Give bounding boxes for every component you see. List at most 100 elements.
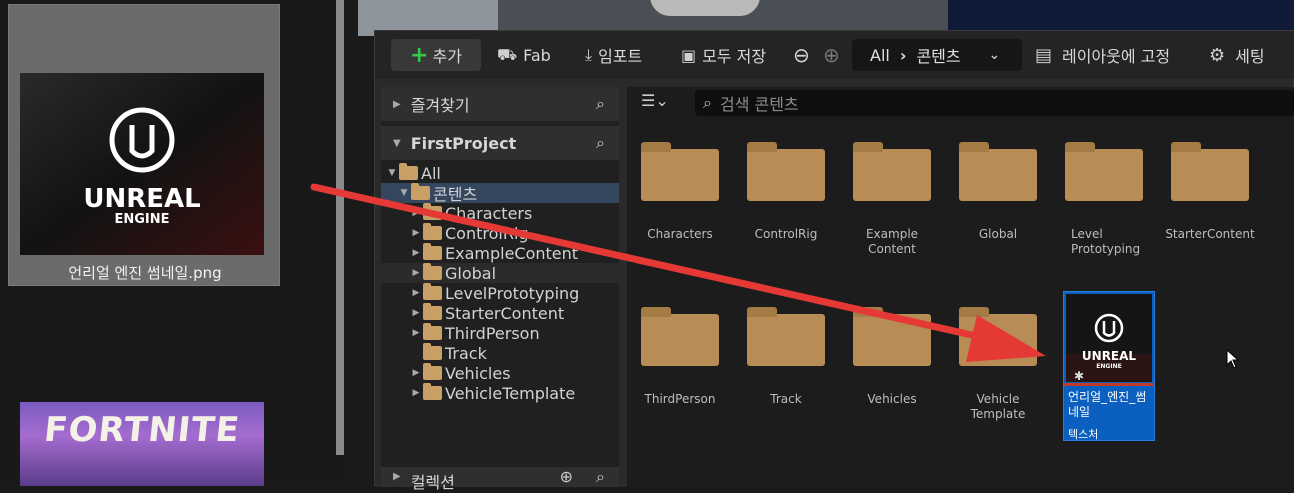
crumb-child[interactable]: 콘텐츠 <box>916 43 968 67</box>
unreal-logo-icon: UNREAL ENGINE ✱ <box>1066 294 1152 382</box>
sources-panel: ▶ 즐겨찾기 ⌕ ▼ FirstProject ⌕ ▼ All ▼ 콘텐츠 ▶ Cha… <box>381 87 619 492</box>
folder-icon <box>423 383 442 400</box>
import-button[interactable]: ⤓ 임포트 <box>585 39 642 71</box>
folder-label: Global <box>978 227 1018 241</box>
settings-button[interactable]: ⚙ 세팅 <box>1209 39 1265 71</box>
desktop-scrollbar[interactable] <box>336 0 344 455</box>
folder-icon <box>853 307 931 366</box>
add-collection-icon[interactable]: ⊕ <box>560 467 573 486</box>
folder-label: Level Prototyping <box>1071 227 1141 256</box>
tree-item-vehicles[interactable]: ▶ Vehicles <box>381 363 619 383</box>
tree-item-startercontent[interactable]: ▶ StarterContent <box>381 303 619 323</box>
folder-label: ControlRig <box>754 227 818 241</box>
tree-label: Vehicles <box>445 363 511 383</box>
svg-text:ENGINE: ENGINE <box>114 212 169 227</box>
back-button[interactable]: ⊖ <box>793 39 810 71</box>
tree-item-examplecontent[interactable]: ▶ ExampleContent <box>381 243 619 263</box>
forward-button[interactable]: ⊕ <box>823 39 840 71</box>
content-browser-toolbar: + 추가 ⛟ Fab ⤓ 임포트 ▣ 모두 저장 ⊖ ⊕ All › 콘텐츠 ⌄… <box>375 31 1294 79</box>
breadcrumb[interactable]: All › 콘텐츠 ⌄ <box>852 39 1022 71</box>
folder-icon <box>853 142 931 201</box>
search-icon[interactable]: ⌕ <box>596 467 605 487</box>
forward-arrow-icon: ⊕ <box>823 43 840 67</box>
svg-text:UNREAL: UNREAL <box>1082 349 1137 363</box>
tree-item-levelprototyping[interactable]: ▶ LevelPrototyping <box>381 283 619 303</box>
tree-item-characters[interactable]: ▶ Characters <box>381 203 619 223</box>
add-button[interactable]: + 추가 <box>391 39 481 71</box>
collections-header[interactable]: ▶ 컬렉션 ⊕ ⌕ <box>381 467 619 492</box>
folder-icon <box>1171 142 1249 201</box>
project-label: FirstProject <box>410 133 517 153</box>
favorites-header[interactable]: ▶ 즐겨찾기 ⌕ <box>381 87 619 121</box>
folder-label: Characters <box>647 227 713 241</box>
collapse-arrow-icon: ▶ <box>393 471 401 482</box>
pin-layout-button[interactable]: ▤ 레이아웃에 고정 <box>1035 39 1170 71</box>
tree-item-controlrig[interactable]: ▶ ControlRig <box>381 223 619 243</box>
crumb-separator-icon: › <box>899 45 907 65</box>
folder-label: Track <box>770 392 802 406</box>
folder-tile[interactable]: ThirdPerson <box>627 304 727 434</box>
tree-label: Track <box>445 343 487 363</box>
settings-label: 세팅 <box>1235 47 1265 66</box>
gear-icon: ⚙ <box>1209 44 1226 66</box>
folder-icon <box>423 203 442 220</box>
search-icon[interactable]: ⌕ <box>596 94 605 114</box>
folder-label: StarterContent <box>1165 227 1255 241</box>
fortnite-thumbnail[interactable]: FORTNITE <box>20 402 264 486</box>
folder-tile[interactable]: StarterContent <box>1157 139 1257 269</box>
folder-tile[interactable]: Characters <box>627 139 727 269</box>
fortnite-title: FORTNITE <box>42 410 242 450</box>
asset-type: 텍스처 <box>1068 428 1099 441</box>
collections-label: 컬렉션 <box>410 473 455 492</box>
plus-icon: + <box>410 42 429 68</box>
tree-item-vehicletemplate[interactable]: ▶ VehicleTemplate <box>381 383 619 403</box>
tree-label: ControlRig <box>445 223 529 243</box>
asset-name: 언리얼_엔진_썸네일 <box>1068 390 1147 419</box>
folder-label: Vehicles <box>867 392 917 406</box>
chevron-down-icon[interactable]: ⌄ <box>988 47 1000 63</box>
folder-icon <box>641 142 719 201</box>
unreal-logo-icon: UNREAL ENGINE <box>20 73 264 255</box>
folder-tile[interactable]: Example Content <box>839 139 939 269</box>
collapse-arrow-icon: ▶ <box>412 228 420 238</box>
folder-tile[interactable]: Vehicle Template <box>945 304 1045 434</box>
desktop-area: UNREAL ENGINE 언리얼 엔진 썸네일.png FORTNITE <box>0 0 345 486</box>
folder-tile[interactable]: Vehicles <box>839 304 939 434</box>
folder-tile[interactable]: ControlRig <box>733 139 833 269</box>
asset-type-bar <box>1064 383 1154 386</box>
asterisk-icon: ✱ <box>1074 369 1084 382</box>
texture-asset-tile[interactable]: UNREAL ENGINE ✱ 언리얼_엔진_썸네일 텍스처 <box>1063 291 1155 441</box>
folder-tile[interactable]: Level Prototyping <box>1051 139 1151 269</box>
folder-tile[interactable]: Track <box>733 304 833 434</box>
tree-label: ThirdPerson <box>445 323 540 343</box>
folder-icon <box>747 142 825 201</box>
expand-arrow-icon: ▼ <box>393 137 401 149</box>
save-all-button[interactable]: ▣ 모두 저장 <box>681 39 766 71</box>
tree-label: ExampleContent <box>445 243 579 263</box>
folder-icon <box>423 283 442 300</box>
fab-label: Fab <box>523 45 551 65</box>
collapse-arrow-icon: ▶ <box>412 388 420 398</box>
folder-icon <box>423 363 442 380</box>
tree-item-content[interactable]: ▼ 콘텐츠 <box>381 183 619 204</box>
search-icon[interactable]: ⌕ <box>596 133 605 153</box>
folder-tile[interactable]: Global <box>945 139 1045 269</box>
pin-layout-label: 레이아웃에 고정 <box>1062 47 1171 66</box>
fab-button[interactable]: ⛟ Fab <box>497 39 551 71</box>
tree-item-track[interactable]: Track <box>381 343 619 363</box>
expand-arrow-icon: ▼ <box>400 188 408 198</box>
project-header[interactable]: ▼ FirstProject ⌕ <box>381 126 619 160</box>
png-file-item[interactable]: UNREAL ENGINE 언리얼 엔진 썸네일.png <box>8 4 280 286</box>
folder-icon <box>423 343 442 360</box>
search-icon: ⌕ <box>703 93 712 112</box>
filter-bar: ☰⌄ ⌕ 검색 콘텐츠 <box>627 87 1294 117</box>
crumb-root[interactable]: All <box>870 46 890 65</box>
folder-icon <box>423 243 442 260</box>
tree-item-global[interactable]: ▶ Global <box>381 263 619 283</box>
filter-icon[interactable]: ☰⌄ <box>641 91 669 110</box>
save-icon: ▣ <box>681 45 697 65</box>
search-input[interactable]: ⌕ 검색 콘텐츠 <box>695 90 1294 116</box>
tree-item-all[interactable]: ▼ All <box>381 163 619 183</box>
tree-item-thirdperson[interactable]: ▶ ThirdPerson <box>381 323 619 343</box>
expand-arrow-icon: ▼ <box>388 168 396 178</box>
